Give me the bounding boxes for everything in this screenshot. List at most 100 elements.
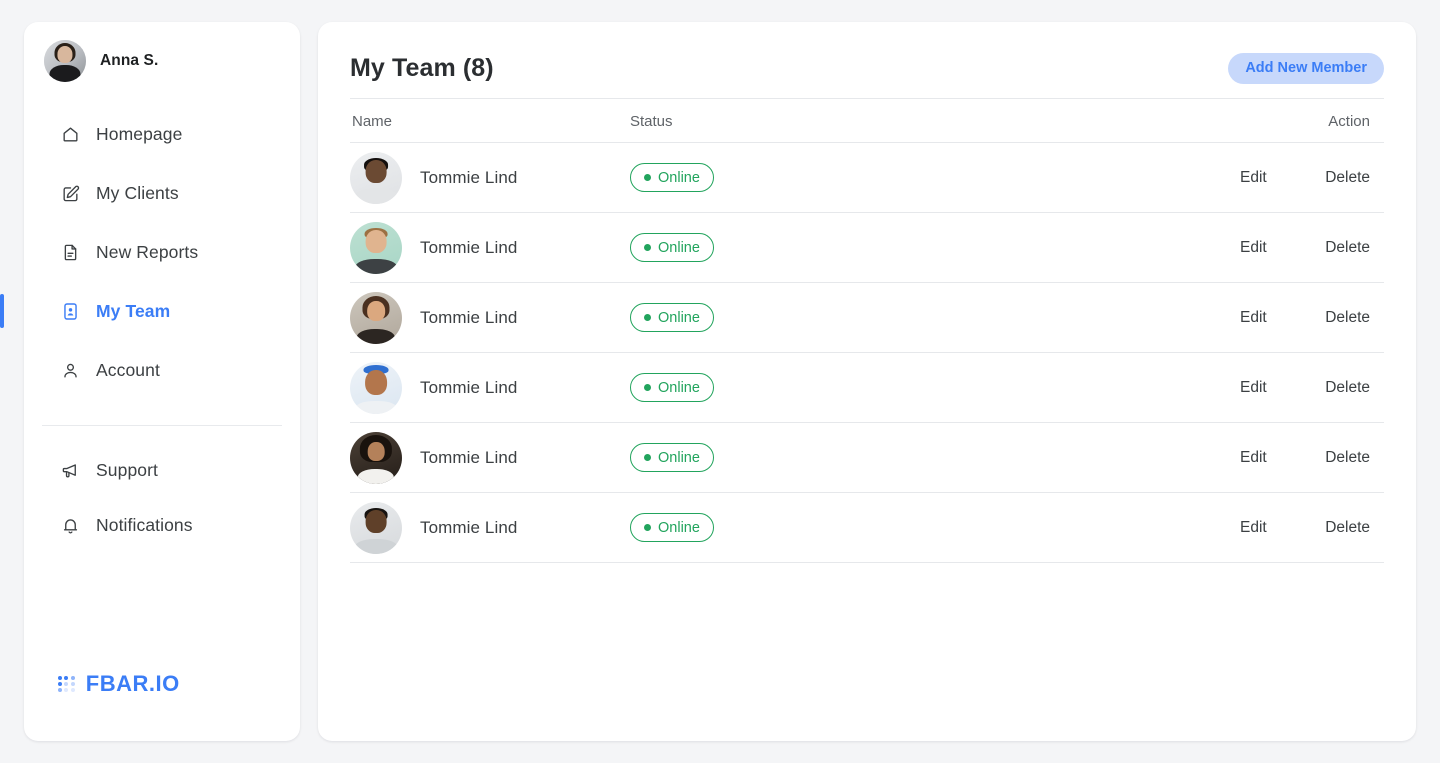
sidebar-item-my-clients[interactable]: My Clients xyxy=(24,171,300,215)
column-header-action: Action xyxy=(910,98,1384,143)
status-label: Online xyxy=(658,449,700,466)
cell-action: Edit Delete xyxy=(910,142,1384,213)
cell-status: Online xyxy=(630,212,910,283)
cell-action: Edit Delete xyxy=(910,422,1384,493)
cell-status: Online xyxy=(630,422,910,493)
active-indicator xyxy=(0,294,4,328)
avatar xyxy=(350,221,402,274)
status-dot-icon xyxy=(644,524,651,531)
status-badge: Online xyxy=(630,443,714,472)
status-label: Online xyxy=(658,309,700,326)
sidebar-item-support[interactable]: Support xyxy=(24,448,300,492)
id-card-icon xyxy=(60,301,80,321)
sidebar-item-label: My Team xyxy=(96,300,171,321)
app-root: Anna S. Homepage My Clients New Reports … xyxy=(0,0,1440,763)
delete-button[interactable]: Delete xyxy=(1325,169,1370,187)
sidebar-item-homepage[interactable]: Homepage xyxy=(24,112,300,156)
sidebar-item-label: Notifications xyxy=(96,514,193,535)
status-badge: Online xyxy=(630,373,714,402)
brand-logo: FBAR.IO xyxy=(24,671,300,741)
sidebar-item-label: New Reports xyxy=(96,241,199,262)
avatar xyxy=(350,361,402,414)
cell-action: Edit Delete xyxy=(910,492,1384,563)
delete-button[interactable]: Delete xyxy=(1325,449,1370,467)
sidebar: Anna S. Homepage My Clients New Reports … xyxy=(0,22,300,741)
member-name: Tommie Lind xyxy=(420,167,518,187)
table-row: Tommie Lind Online Edit Delete xyxy=(350,492,1384,563)
avatar xyxy=(44,40,86,82)
add-new-member-button[interactable]: Add New Member xyxy=(1228,52,1384,84)
table-row: Tommie Lind Online Edit Delete xyxy=(350,282,1384,353)
cell-status: Online xyxy=(630,282,910,353)
status-badge: Online xyxy=(630,513,714,542)
main-panel: My Team (8) Add New Member Name Status A… xyxy=(318,22,1416,741)
member-name: Tommie Lind xyxy=(420,237,518,257)
sidebar-item-account[interactable]: Account xyxy=(24,348,300,392)
table-head: Name Status Action xyxy=(350,98,1384,143)
sidebar-item-label: Support xyxy=(96,459,158,480)
cell-action: Edit Delete xyxy=(910,352,1384,423)
avatar xyxy=(350,501,402,554)
cell-name: Tommie Lind xyxy=(350,422,630,493)
edit-button[interactable]: Edit xyxy=(1240,519,1267,537)
edit-button[interactable]: Edit xyxy=(1240,169,1267,187)
edit-square-icon xyxy=(60,183,80,203)
table-row: Tommie Lind Online Edit Delete xyxy=(350,142,1384,213)
cell-action: Edit Delete xyxy=(910,282,1384,353)
brand-name: FBAR.IO xyxy=(85,671,180,696)
member-name: Tommie Lind xyxy=(420,377,518,397)
team-table: Name Status Action Tommie Lind Online Ed… xyxy=(350,98,1384,563)
delete-button[interactable]: Delete xyxy=(1325,239,1370,257)
profile-block[interactable]: Anna S. xyxy=(24,22,300,82)
avatar xyxy=(350,151,402,204)
sidebar-item-label: My Clients xyxy=(96,182,179,203)
edit-button[interactable]: Edit xyxy=(1240,379,1267,397)
status-dot-icon xyxy=(644,314,651,321)
sidebar-divider xyxy=(42,425,282,426)
edit-button[interactable]: Edit xyxy=(1240,239,1267,257)
table-row: Tommie Lind Online Edit Delete xyxy=(350,422,1384,493)
cell-name: Tommie Lind xyxy=(350,282,630,353)
status-dot-icon xyxy=(644,454,651,461)
status-dot-icon xyxy=(644,384,651,391)
main-header: My Team (8) Add New Member xyxy=(350,22,1384,98)
document-icon xyxy=(60,242,80,262)
status-badge: Online xyxy=(630,233,714,262)
bell-icon xyxy=(60,515,80,535)
megaphone-icon xyxy=(60,460,80,480)
cell-status: Online xyxy=(630,352,910,423)
sidebar-nav: Homepage My Clients New Reports My Team … xyxy=(0,112,300,407)
status-label: Online xyxy=(658,519,700,536)
page-title: My Team (8) xyxy=(350,53,494,82)
member-name: Tommie Lind xyxy=(420,447,518,467)
edit-button[interactable]: Edit xyxy=(1240,449,1267,467)
person-icon xyxy=(60,360,80,380)
delete-button[interactable]: Delete xyxy=(1325,519,1370,537)
column-header-name: Name xyxy=(350,98,630,143)
cell-name: Tommie Lind xyxy=(350,212,630,283)
member-name: Tommie Lind xyxy=(420,517,518,537)
table-header-row: Name Status Action xyxy=(350,98,1384,143)
delete-button[interactable]: Delete xyxy=(1325,379,1370,397)
edit-button[interactable]: Edit xyxy=(1240,309,1267,327)
cell-status: Online xyxy=(630,492,910,563)
column-header-status: Status xyxy=(630,98,910,143)
home-icon xyxy=(60,124,80,144)
status-label: Online xyxy=(658,239,700,256)
cell-name: Tommie Lind xyxy=(350,142,630,213)
delete-button[interactable]: Delete xyxy=(1325,309,1370,327)
table-row: Tommie Lind Online Edit Delete xyxy=(350,352,1384,423)
sidebar-item-label: Homepage xyxy=(96,123,183,144)
profile-name: Anna S. xyxy=(100,52,159,69)
avatar xyxy=(350,431,402,484)
status-label: Online xyxy=(658,379,700,396)
cell-name: Tommie Lind xyxy=(350,352,630,423)
sidebar-item-notifications[interactable]: Notifications xyxy=(24,503,300,547)
cell-status: Online xyxy=(630,142,910,213)
sidebar-bottom-nav: Support Notifications xyxy=(24,448,300,558)
sidebar-item-my-team[interactable]: My Team xyxy=(0,289,300,333)
cell-action: Edit Delete xyxy=(910,212,1384,283)
status-dot-icon xyxy=(644,174,651,181)
dot-grid-icon xyxy=(58,675,75,693)
sidebar-item-new-reports[interactable]: New Reports xyxy=(24,230,300,274)
